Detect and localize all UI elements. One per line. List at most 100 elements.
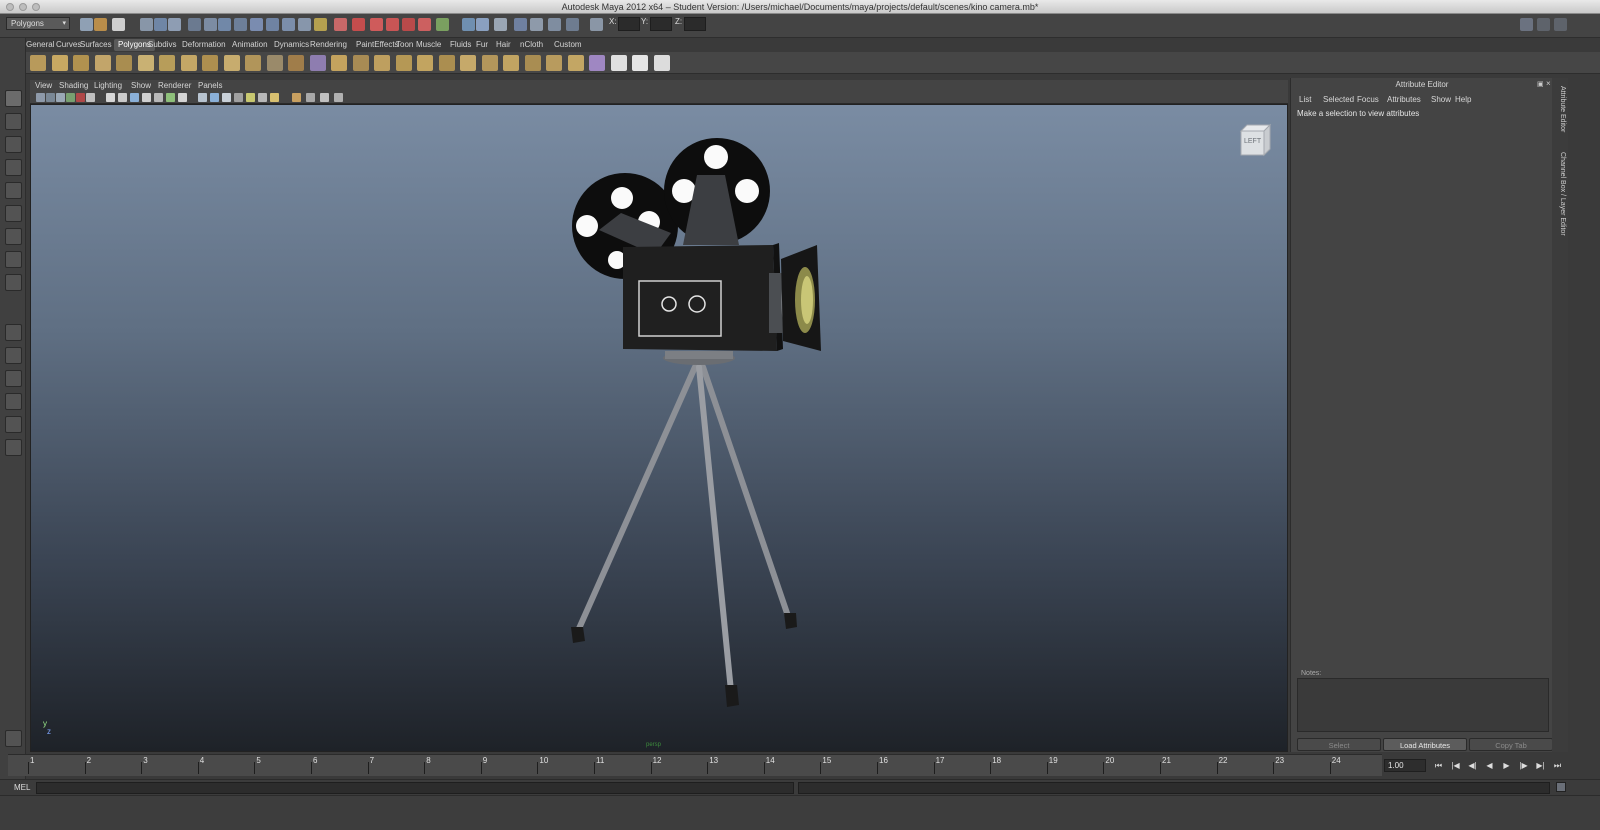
select-button[interactable]: Select [1297,738,1381,751]
shelf-tool-24-icon[interactable] [524,55,541,71]
show-manipulator-icon[interactable] [5,274,22,291]
layout-four-icon[interactable] [5,347,22,364]
layout-hypershade-icon[interactable] [5,439,22,456]
shelf-tool-18-icon[interactable] [395,55,412,71]
shelf-tool-23-icon[interactable] [503,55,519,71]
current-time-field[interactable]: 1.00 [1384,759,1426,772]
shelf-tab-subdivs[interactable]: Subdivs [148,39,176,51]
layout-single-icon[interactable] [5,324,22,341]
shelf-tool-26-icon[interactable] [567,55,584,71]
channel-box-tab[interactable]: Channel Box / Layer Editor [1554,152,1566,252]
panel-tool-7-icon[interactable] [106,93,115,102]
attr-menu-attributes[interactable]: Attributes [1387,95,1421,104]
shelf-tool-5-icon[interactable] [116,55,132,71]
load-attributes-button[interactable]: Load Attributes [1383,738,1467,751]
y-input[interactable] [650,17,672,31]
shelf-tool-7-icon[interactable] [159,55,175,71]
status-tool-22-icon[interactable] [436,18,449,31]
layout-toggle-icon[interactable] [1520,18,1533,31]
status-tool-25-icon[interactable] [494,18,507,31]
shelf-tool-29-icon[interactable] [632,55,648,71]
viewcube[interactable]: LEFT [1238,123,1272,157]
step-forward-frame-button[interactable]: |▶ [1517,759,1530,772]
menu-view[interactable]: View [35,80,52,91]
shelf-tab-dynamics[interactable]: Dynamics [274,39,309,51]
tool-settings-icon[interactable] [1537,18,1550,31]
shelf-tool-12-icon[interactable] [266,55,283,71]
status-tool-17-icon[interactable] [352,18,365,31]
panel-tool-21-icon[interactable] [292,93,301,102]
step-back-key-button[interactable]: |◀ [1449,759,1462,772]
shelf-tab-deformation[interactable]: Deformation [182,39,226,51]
shelf-tool-20-icon[interactable] [438,55,455,71]
status-tool-19-icon[interactable] [386,18,399,31]
step-forward-key-button[interactable]: ▶| [1534,759,1547,772]
lasso-tool-icon[interactable] [5,113,22,130]
shelf-tool-4-icon[interactable] [94,55,111,71]
status-tool-14-icon[interactable] [298,18,311,31]
shelf-tool-21-icon[interactable] [460,55,476,71]
shelf-tool-30-icon[interactable] [653,55,670,71]
layout-outliner-icon[interactable] [5,393,22,410]
shelf-tool-14-icon[interactable] [309,55,326,71]
shelf-tool-8-icon[interactable] [180,55,197,71]
play-forward-button[interactable]: ▶ [1500,759,1513,772]
play-backward-button[interactable]: ◀ [1483,759,1496,772]
shelf-tab-animation[interactable]: Animation [232,39,268,51]
status-tool-4-icon[interactable] [140,18,153,31]
status-tool-28-icon[interactable] [548,18,561,31]
status-tool-9-icon[interactable] [218,18,231,31]
minimize-window-button[interactable] [19,3,27,11]
shelf-tab-fur[interactable]: Fur [476,39,488,51]
status-tool-3-icon[interactable] [112,18,125,31]
time-slider[interactable]: 1 2 3 4 5 6 7 8 9 10 11 12 13 14 15 16 17 18 19 20 21 22 23 24 [8,754,1382,776]
status-tool-1-icon[interactable] [80,18,93,31]
move-tool-icon[interactable] [5,159,22,176]
copy-tab-button[interactable]: Copy Tab [1469,738,1553,751]
manipulator-icon[interactable] [5,228,22,245]
shelf-tool-2-icon[interactable] [51,55,68,71]
status-tool-27-icon[interactable] [530,18,543,31]
shelf-tool-27-icon[interactable] [589,55,605,71]
status-tool-13-icon[interactable] [282,18,295,31]
status-tool-8-icon[interactable] [204,18,217,31]
menu-show[interactable]: Show [131,80,151,91]
attr-menu-show[interactable]: Show [1431,95,1451,104]
step-back-frame-button[interactable]: ◀| [1466,759,1479,772]
shelf-tool-28-icon[interactable] [610,55,627,71]
shelf-tool-13-icon[interactable] [288,55,304,71]
status-tool-18-icon[interactable] [370,18,383,31]
status-tool-30-icon[interactable] [590,18,603,31]
menu-lighting[interactable]: Lighting [94,80,122,91]
shelf-tool-6-icon[interactable] [137,55,154,71]
layout-graph-icon[interactable] [5,416,22,433]
attr-menu-selected[interactable]: Selected [1323,95,1354,104]
script-editor-button-icon[interactable] [1556,782,1566,792]
close-panel-icon[interactable]: × [1546,79,1551,88]
shelf-tab-hair[interactable]: Hair [496,39,511,51]
command-input[interactable] [36,782,794,794]
panel-tool-2-icon[interactable] [46,93,55,102]
panel-tool-16-icon[interactable] [222,93,231,102]
zoom-window-button[interactable] [32,3,40,11]
panel-tool-9-icon[interactable] [130,93,139,102]
status-tool-29-icon[interactable] [566,18,579,31]
status-tool-11-icon[interactable] [250,18,263,31]
x-input[interactable] [618,17,640,31]
panel-tool-22-icon[interactable] [306,93,315,102]
panel-tool-24-icon[interactable] [334,93,343,102]
shelf-tab-general[interactable]: General [26,39,54,51]
status-tool-12-icon[interactable] [266,18,279,31]
status-tool-24-icon[interactable] [476,18,489,31]
go-to-end-button[interactable]: ⏭ [1551,759,1564,772]
shelf-tab-custom[interactable]: Custom [554,39,582,51]
status-tool-26-icon[interactable] [514,18,527,31]
attr-menu-list[interactable]: List [1299,95,1311,104]
perspective-viewport[interactable]: LEFT y z persp [30,104,1288,752]
shelf-tool-19-icon[interactable] [417,55,433,71]
shelf-tool-25-icon[interactable] [546,55,562,71]
panel-tool-23-icon[interactable] [320,93,329,102]
panel-tool-4-icon[interactable] [66,93,75,102]
attr-menu-focus[interactable]: Focus [1357,95,1379,104]
shelf-tool-10-icon[interactable] [223,55,240,71]
